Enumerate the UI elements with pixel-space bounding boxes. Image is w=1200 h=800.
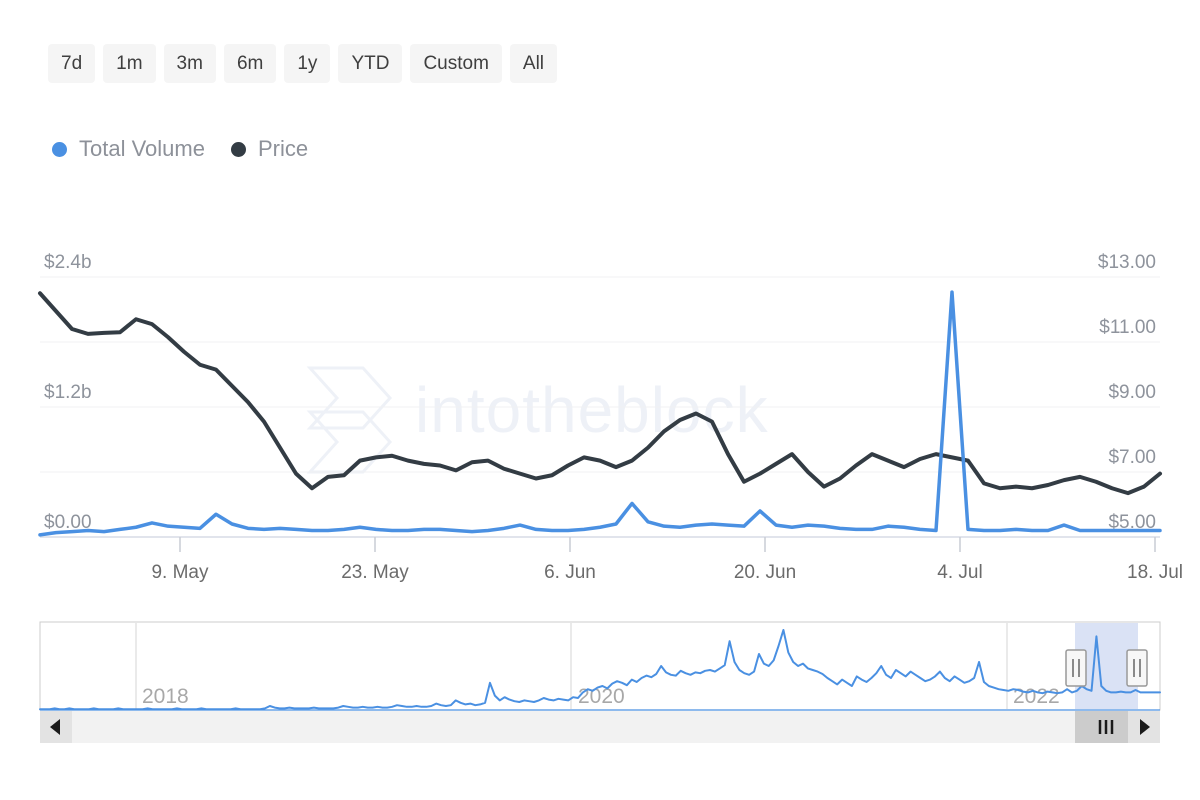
left-axis-tick-label: $1.2b (44, 382, 92, 403)
chart-svg: intotheblock 9. May 23. May 6. Jun 20. J (38, 252, 1183, 743)
right-axis-tick-label: $9.00 (1108, 382, 1156, 403)
range-handle-left-icon[interactable] (1065, 649, 1087, 687)
x-tick-label: 20. Jun (734, 562, 796, 583)
scroll-left-arrow-icon[interactable] (40, 711, 72, 743)
navigator-year-label: 2018 (142, 685, 189, 708)
chart-gridlines (40, 276, 1160, 538)
navigator[interactable]: 2018 2020 2022 (39, 621, 1161, 743)
right-axis-tick-label: $13.00 (1098, 252, 1156, 273)
x-tick-label: 4. Jul (937, 562, 982, 583)
chart-container: intotheblock 9. May 23. May 6. Jun 20. J (0, 0, 1200, 800)
range-handle-right-icon[interactable] (1126, 649, 1148, 687)
left-axis-labels: $2.4b $1.2b $0.00 (44, 252, 92, 533)
x-tick-label: 23. May (341, 562, 409, 583)
scroll-right-arrow-icon[interactable] (1128, 711, 1160, 743)
right-axis-tick-label: $11.00 (1099, 317, 1156, 338)
navigator-scrollbar-track[interactable] (40, 711, 1160, 743)
navigator-year-label: 2022 (1013, 685, 1060, 708)
x-tick-label: 18. Jul (1127, 562, 1183, 583)
right-axis-tick-label: $7.00 (1108, 447, 1156, 468)
navigator-year-label: 2020 (578, 685, 625, 708)
x-tick-label: 6. Jun (544, 562, 596, 583)
x-axis-ticks (179, 537, 1156, 552)
watermark-label: intotheblock (415, 374, 769, 446)
x-axis-labels: 9. May 23. May 6. Jun 20. Jun 4. Jul 18.… (151, 562, 1183, 583)
left-axis-tick-label: $2.4b (44, 252, 92, 273)
x-tick-label: 9. May (151, 562, 209, 583)
